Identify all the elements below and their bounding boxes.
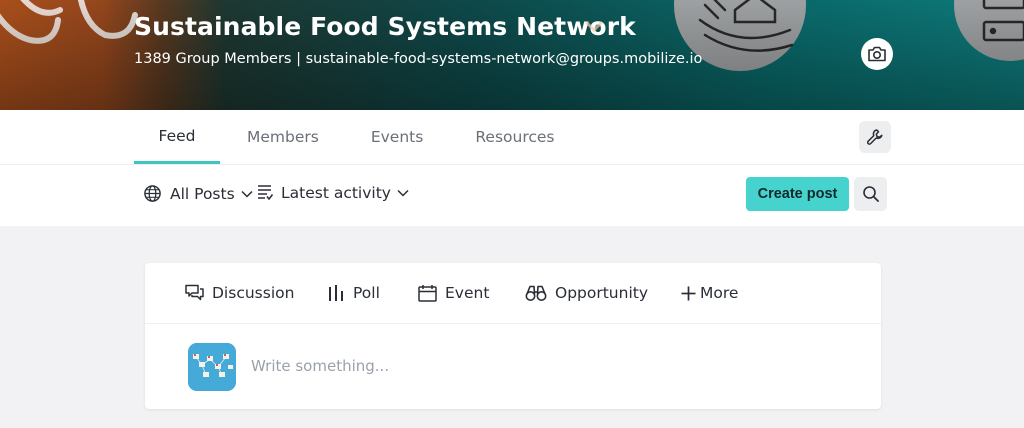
chevron-down-icon — [397, 189, 409, 197]
post-type-discussion[interactable]: Discussion — [185, 284, 294, 302]
sort-list-icon — [258, 185, 273, 201]
group-banner: Sustainable Food Systems Network 1389 Gr… — [0, 0, 1024, 110]
discussion-icon — [185, 284, 204, 301]
post-type-label: Event — [445, 284, 490, 302]
wrench-icon — [866, 129, 883, 145]
create-post-button[interactable]: Create post — [746, 177, 849, 211]
avatar — [188, 343, 236, 391]
write-post-input[interactable] — [251, 351, 851, 381]
globe-icon — [144, 185, 161, 202]
avatar-image — [188, 343, 236, 391]
binoculars-icon — [525, 285, 547, 301]
change-cover-button[interactable] — [861, 38, 893, 70]
post-type-more[interactable]: More — [681, 284, 738, 302]
post-filter-label: All Posts — [170, 184, 235, 203]
post-type-label: Opportunity — [555, 284, 649, 302]
post-type-poll[interactable]: Poll — [327, 284, 380, 302]
group-meta: 1389 Group Members | sustainable-food-sy… — [134, 51, 702, 67]
post-type-label: More — [700, 284, 739, 302]
post-type-event[interactable]: Event — [418, 284, 489, 302]
post-filter-dropdown[interactable]: All Posts — [143, 184, 253, 203]
group-settings-button[interactable] — [859, 121, 891, 153]
search-icon — [862, 186, 879, 202]
composer-divider — [145, 323, 881, 324]
meta-separator: | — [296, 51, 301, 67]
post-type-label: Poll — [353, 284, 380, 302]
tab-resources[interactable]: Resources — [475, 110, 554, 164]
plus-icon — [681, 286, 696, 300]
group-email: sustainable-food-systems-network@groups.… — [305, 51, 703, 67]
group-tabs: Feed Members Events Resources — [134, 110, 555, 164]
chevron-down-icon[interactable] — [584, 20, 604, 34]
group-header: Feed Members Events Resources All Posts — [0, 110, 1024, 226]
sort-dropdown[interactable]: Latest activity — [257, 184, 409, 202]
tab-members[interactable]: Members — [247, 110, 319, 164]
chevron-down-icon — [241, 190, 253, 198]
header-divider — [0, 164, 1024, 165]
camera-icon — [868, 46, 886, 62]
calendar-icon — [418, 285, 437, 302]
post-type-label: Discussion — [212, 284, 295, 302]
post-type-opportunity[interactable]: Opportunity — [525, 284, 648, 302]
tab-feed[interactable]: Feed — [134, 110, 220, 164]
search-posts-button[interactable] — [854, 177, 887, 211]
member-count[interactable]: 1389 Group Members — [134, 51, 291, 67]
tab-events[interactable]: Events — [371, 110, 423, 164]
group-title: Sustainable Food Systems Network — [134, 12, 636, 41]
post-composer: Discussion Poll Event Opportunity More W… — [145, 263, 881, 409]
sort-label: Latest activity — [281, 184, 391, 202]
poll-icon — [329, 285, 343, 301]
